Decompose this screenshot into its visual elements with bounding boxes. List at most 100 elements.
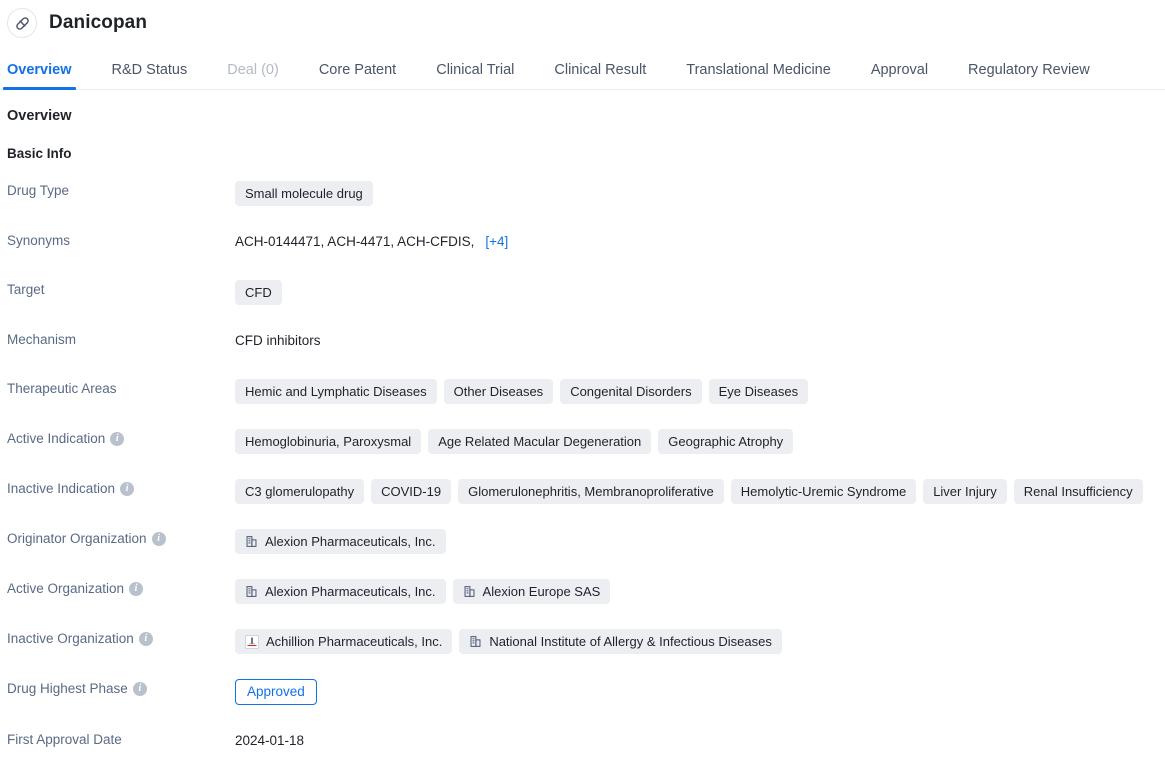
drug-detail-page: Danicopan Overview R&D Status Deal (0) C… xyxy=(0,0,1165,777)
tag-inactive-indication[interactable]: Liver Injury xyxy=(923,479,1007,504)
tag-inactive-indication[interactable]: Glomerulonephritis, Membranoproliferativ… xyxy=(458,479,724,504)
label-drug-type: Drug Type xyxy=(7,179,235,199)
tab-regulatory-review[interactable]: Regulatory Review xyxy=(968,62,1090,90)
info-icon[interactable]: i xyxy=(132,682,147,697)
label-text: Synonyms xyxy=(7,233,71,248)
tab-clinical-trial[interactable]: Clinical Trial xyxy=(436,62,514,90)
building-icon xyxy=(463,585,476,598)
tag-inactive-indication[interactable]: COVID-19 xyxy=(371,479,452,504)
label-text: Active Indication xyxy=(7,431,106,446)
tag-organization[interactable]: Alexion Pharmaceuticals, Inc. xyxy=(235,579,446,604)
label-inactive-organization: Inactive Organization i xyxy=(7,627,235,647)
tab-rd-status[interactable]: R&D Status xyxy=(112,62,188,90)
tab-bar: Overview R&D Status Deal (0) Core Patent… xyxy=(0,46,1165,90)
row-mechanism: Mechanism CFD inhibitors xyxy=(7,328,1165,354)
building-icon xyxy=(245,585,258,598)
row-synonyms: Synonyms ACH-0144471, ACH-4471, ACH-CFDI… xyxy=(7,229,1165,255)
organization-name: National Institute of Allergy & Infectio… xyxy=(489,634,772,649)
label-text: Mechanism xyxy=(7,332,77,347)
label-therapeutic-areas: Therapeutic Areas xyxy=(7,377,235,397)
info-icon[interactable]: i xyxy=(129,582,144,597)
organization-name: Alexion Pharmaceuticals, Inc. xyxy=(265,534,436,549)
label-text: Inactive Organization xyxy=(7,631,134,646)
info-icon[interactable]: i xyxy=(151,532,166,547)
tag-inactive-indication[interactable]: C3 glomerulopathy xyxy=(235,479,365,504)
value-active-organization: Alexion Pharmaceuticals, Inc. Alexion Eu… xyxy=(235,577,1165,604)
label-drug-highest-phase: Drug Highest Phase i xyxy=(7,677,235,697)
tab-clinical-result[interactable]: Clinical Result xyxy=(554,62,646,90)
label-text: Target xyxy=(7,282,45,297)
label-active-indication: Active Indication i xyxy=(7,427,235,447)
row-target: Target CFD xyxy=(7,278,1165,305)
tab-core-patent[interactable]: Core Patent xyxy=(319,62,396,90)
overview-panel: Overview Basic Info Drug Type Small mole… xyxy=(0,90,1165,754)
row-drug-type: Drug Type Small molecule drug xyxy=(7,179,1165,206)
label-inactive-indication: Inactive Indication i xyxy=(7,477,235,497)
info-icon[interactable]: i xyxy=(138,632,153,647)
info-icon[interactable]: i xyxy=(110,432,125,447)
value-inactive-organization: Achillion Pharmaceuticals, Inc. National… xyxy=(235,627,1165,654)
label-text: Originator Organization xyxy=(7,531,147,546)
tag-therapeutic-area[interactable]: Eye Diseases xyxy=(708,379,809,404)
building-icon xyxy=(245,535,258,548)
subsection-title-basic-info: Basic Info xyxy=(7,146,72,161)
label-originator-organization: Originator Organization i xyxy=(7,527,235,547)
tag-inactive-indication[interactable]: Hemolytic-Uremic Syndrome xyxy=(730,479,917,504)
organization-name: Alexion Pharmaceuticals, Inc. xyxy=(265,584,436,599)
label-mechanism: Mechanism xyxy=(7,328,235,348)
row-therapeutic-areas: Therapeutic Areas Hemic and Lymphatic Di… xyxy=(7,377,1165,404)
label-synonyms: Synonyms xyxy=(7,229,235,249)
tag-target[interactable]: CFD xyxy=(235,280,282,305)
value-active-indication: Hemoglobinuria, Paroxysmal Age Related M… xyxy=(235,427,1165,454)
tab-translational-medicine[interactable]: Translational Medicine xyxy=(686,62,831,90)
value-drug-type: Small molecule drug xyxy=(235,179,1165,206)
label-text: Drug Type xyxy=(7,183,70,198)
building-icon xyxy=(469,635,482,648)
company-logo-icon xyxy=(245,634,259,649)
section-title-overview: Overview xyxy=(7,108,72,124)
value-synonyms: ACH-0144471, ACH-4471, ACH-CFDIS, [+4] xyxy=(235,229,1165,249)
label-text: First Approval Date xyxy=(7,732,122,747)
status-badge[interactable]: Approved xyxy=(235,679,317,705)
tag-organization[interactable]: Achillion Pharmaceuticals, Inc. xyxy=(235,629,453,654)
tab-overview[interactable]: Overview xyxy=(3,62,75,90)
tag-active-indication[interactable]: Hemoglobinuria, Paroxysmal xyxy=(235,429,422,454)
label-active-organization: Active Organization i xyxy=(7,577,235,597)
page-title: Danicopan xyxy=(49,12,148,33)
tag-organization[interactable]: Alexion Europe SAS xyxy=(452,579,611,604)
tab-approval[interactable]: Approval xyxy=(871,62,928,90)
synonyms-text: ACH-0144471, ACH-4471, ACH-CFDIS, xyxy=(235,234,475,249)
tag-inactive-indication[interactable]: Renal Insufficiency xyxy=(1013,479,1143,504)
page-header: Danicopan xyxy=(0,0,1165,46)
tag-active-indication[interactable]: Geographic Atrophy xyxy=(658,429,794,454)
row-active-indication: Active Indication i Hemoglobinuria, Paro… xyxy=(7,427,1165,454)
row-originator-organization: Originator Organization i Alexion Pharma… xyxy=(7,527,1165,554)
row-inactive-organization: Inactive Organization i Achillion Pharma… xyxy=(7,627,1165,654)
synonyms-more-link[interactable]: [+4] xyxy=(485,234,508,249)
value-target: CFD xyxy=(235,278,1165,305)
tag-organization[interactable]: Alexion Pharmaceuticals, Inc. xyxy=(235,529,446,554)
tag-active-indication[interactable]: Age Related Macular Degeneration xyxy=(428,429,652,454)
value-therapeutic-areas: Hemic and Lymphatic Diseases Other Disea… xyxy=(235,377,1165,404)
tag-drug-type[interactable]: Small molecule drug xyxy=(235,181,373,206)
row-drug-highest-phase: Drug Highest Phase i Approved xyxy=(7,677,1165,705)
row-inactive-indication: Inactive Indication i C3 glomerulopathy … xyxy=(7,477,1165,504)
label-target: Target xyxy=(7,278,235,298)
value-mechanism: CFD inhibitors xyxy=(235,333,321,348)
tag-therapeutic-area[interactable]: Hemic and Lymphatic Diseases xyxy=(235,379,437,404)
value-inactive-indication: C3 glomerulopathy COVID-19 Glomeruloneph… xyxy=(235,477,1165,504)
value-originator-organization: Alexion Pharmaceuticals, Inc. xyxy=(235,527,1165,554)
label-first-approval-date: First Approval Date xyxy=(7,728,235,748)
pill-capsule-icon xyxy=(7,8,37,38)
tag-therapeutic-area[interactable]: Other Diseases xyxy=(443,379,554,404)
label-text: Drug Highest Phase xyxy=(7,681,128,696)
row-active-organization: Active Organization i Alexion Pharmaceut… xyxy=(7,577,1165,604)
label-text: Therapeutic Areas xyxy=(7,381,117,396)
info-icon[interactable]: i xyxy=(120,482,135,497)
tag-therapeutic-area[interactable]: Congenital Disorders xyxy=(560,379,702,404)
value-drug-highest-phase: Approved xyxy=(235,677,1165,705)
tab-deal: Deal (0) xyxy=(227,61,279,78)
label-text: Active Organization xyxy=(7,581,125,596)
tag-organization[interactable]: National Institute of Allergy & Infectio… xyxy=(459,629,782,654)
organization-name: Alexion Europe SAS xyxy=(482,584,601,599)
